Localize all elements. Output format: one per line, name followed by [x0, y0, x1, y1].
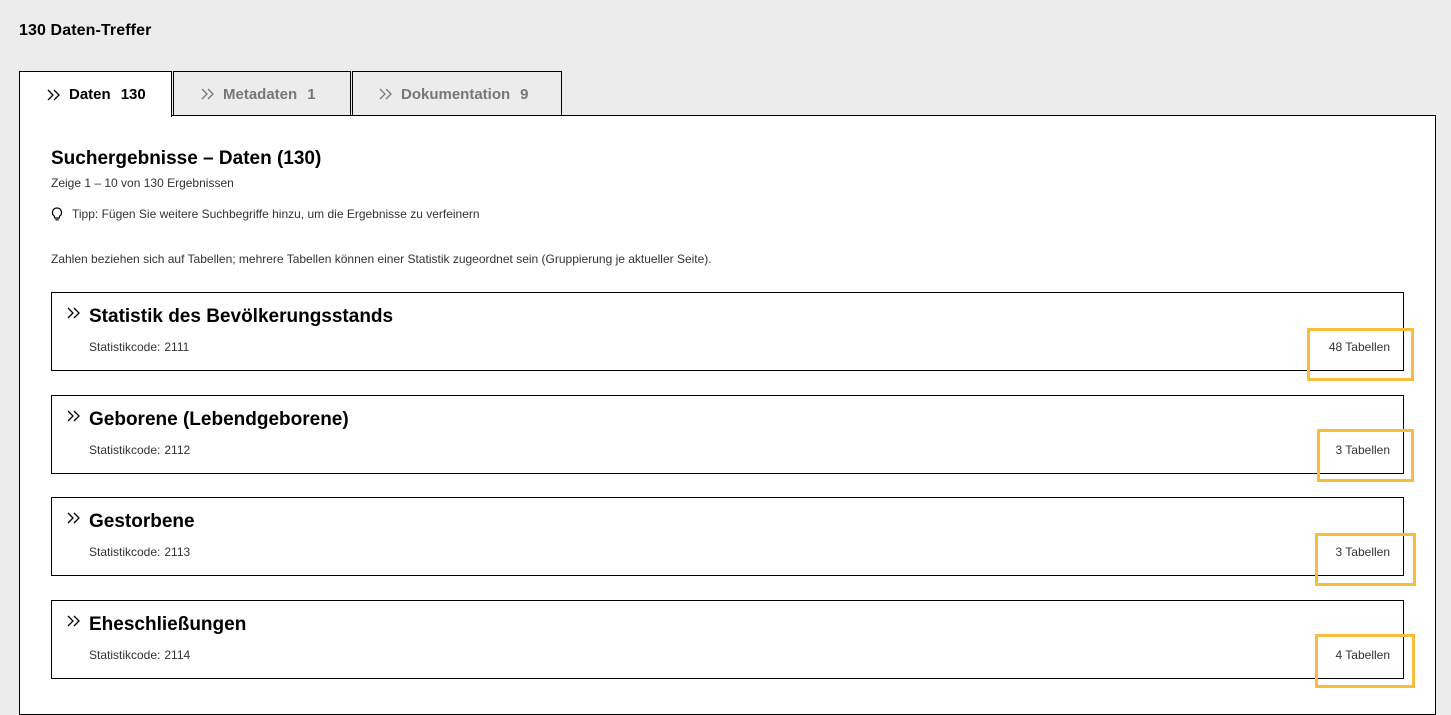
statistic-card-2111[interactable]: Statistik des Bevölkerungsstands Statist…: [51, 292, 1404, 371]
results-panel: Suchergebnisse – Daten (130) Zeige 1 – 1…: [19, 115, 1436, 715]
lightbulb-icon: [51, 207, 63, 221]
statistic-card-2112[interactable]: Geborene (Lebendgeborene) Statistikcode:…: [51, 395, 1404, 474]
tip-text: Tipp: Fügen Sie weitere Suchbegriffe hin…: [72, 207, 480, 221]
statistic-code-label: Statistikcode:: [89, 648, 161, 662]
table-count: 3 Tabellen: [1335, 545, 1391, 559]
double-chevron-right-icon: [47, 89, 61, 101]
hits-title: 130 Daten-Treffer: [19, 22, 152, 39]
tab-metadaten[interactable]: Metadaten 1: [173, 71, 351, 116]
tab-count: 130: [120, 86, 146, 103]
statistic-code: Statistikcode: 2112: [89, 443, 190, 457]
statistic-code: Statistikcode: 2114: [89, 648, 190, 662]
tab-count: 9: [520, 85, 529, 103]
statistic-title[interactable]: Geborene (Lebendgeborene): [89, 409, 349, 431]
double-chevron-right-icon: [67, 615, 81, 627]
results-heading: Suchergebnisse – Daten (130): [51, 148, 322, 169]
results-count: Zeige 1 – 10 von 130 Ergebnissen: [51, 176, 234, 190]
tab-dokumentation[interactable]: Dokumentation 9: [352, 71, 562, 116]
statistic-code: Statistikcode: 2113: [89, 545, 190, 559]
statistic-code: Statistikcode: 2111: [89, 340, 189, 354]
double-chevron-right-icon: [379, 88, 393, 100]
tab-label: Dokumentation: [401, 85, 511, 103]
table-count: 4 Tabellen: [1335, 648, 1391, 662]
tab-daten[interactable]: Daten 130: [19, 71, 172, 117]
statistic-code-label: Statistikcode:: [89, 443, 161, 457]
double-chevron-right-icon: [67, 410, 81, 422]
statistic-title[interactable]: Gestorbene: [89, 511, 195, 533]
statistic-code-label: Statistikcode:: [89, 340, 161, 354]
double-chevron-right-icon: [67, 307, 81, 319]
tab-count: 1: [307, 85, 316, 103]
grouping-note: Zahlen beziehen sich auf Tabellen; mehre…: [51, 252, 712, 266]
statistic-title[interactable]: Eheschließungen: [89, 614, 246, 636]
table-count: 48 Tabellen: [1328, 340, 1390, 354]
statistic-code-value: 2114: [164, 648, 191, 662]
tab-label: Daten: [69, 86, 111, 103]
statistic-code-value: 2112: [164, 443, 191, 457]
double-chevron-right-icon: [201, 88, 215, 100]
statistic-card-2113[interactable]: Gestorbene Statistikcode: 2113 3 Tabellen: [51, 497, 1404, 576]
statistic-title[interactable]: Statistik des Bevölkerungsstands: [89, 306, 393, 328]
table-count: 3 Tabellen: [1335, 443, 1391, 457]
tab-label: Metadaten: [223, 85, 298, 103]
statistic-code-label: Statistikcode:: [89, 545, 161, 559]
statistic-code-value: 2113: [164, 545, 191, 559]
search-tip: Tipp: Fügen Sie weitere Suchbegriffe hin…: [51, 207, 480, 221]
double-chevron-right-icon: [67, 512, 81, 524]
statistic-card-2114[interactable]: Eheschließungen Statistikcode: 2114 4 Tab…: [51, 600, 1404, 679]
statistic-code-value: 2111: [164, 340, 190, 354]
